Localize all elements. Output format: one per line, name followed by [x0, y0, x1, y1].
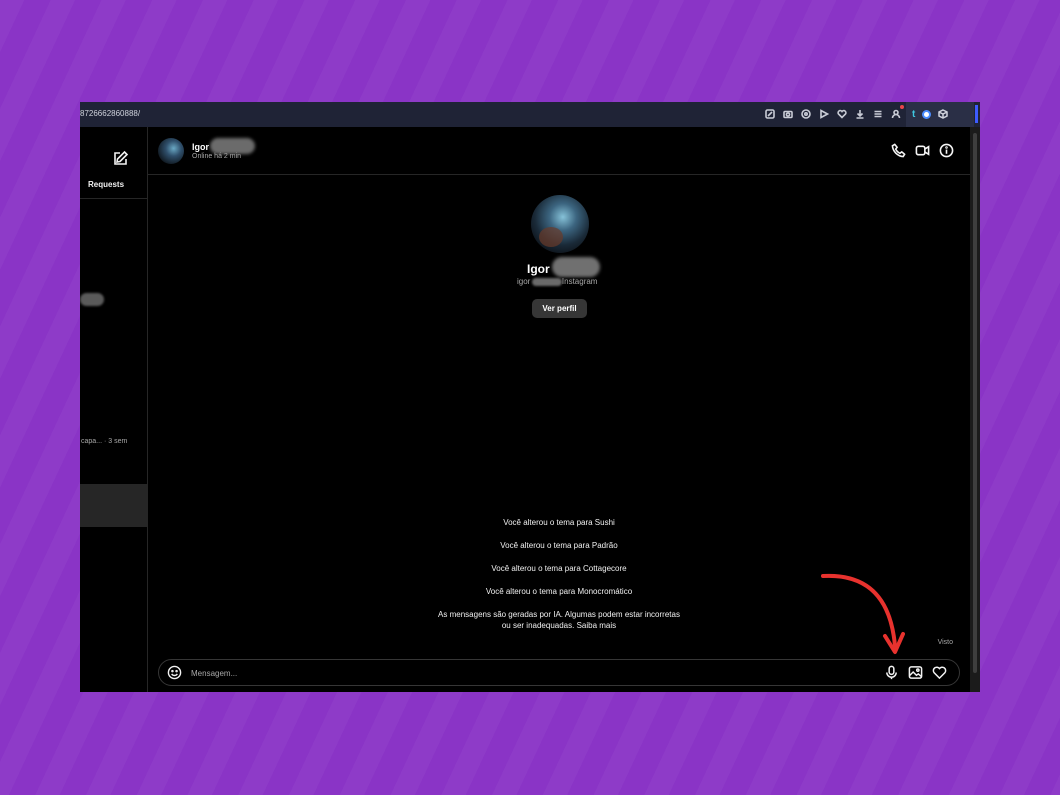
phone-icon[interactable]: [891, 143, 906, 163]
circle-extension-icon[interactable]: [922, 110, 932, 119]
scrollbar-thumb[interactable]: [973, 133, 977, 673]
emoji-icon[interactable]: [167, 665, 182, 685]
sidebar-divider: [80, 198, 148, 199]
edit-icon[interactable]: [764, 108, 776, 120]
conversation-sidebar: Requests capa... · 3 sem: [80, 127, 148, 692]
selected-conversation[interactable]: [80, 484, 147, 527]
profile-avatar[interactable]: [531, 195, 589, 253]
extensions-area: t: [906, 102, 974, 127]
message-input[interactable]: [189, 664, 843, 683]
toolbar-accent-bar: [975, 105, 978, 123]
image-icon[interactable]: [908, 665, 923, 685]
annotation-arrow: [821, 573, 905, 654]
download-icon[interactable]: [854, 108, 866, 120]
header-contact-name[interactable]: Igor: [192, 142, 209, 152]
profile-name-blur: [552, 257, 600, 277]
tumblr-extension-icon[interactable]: t: [912, 109, 915, 120]
view-profile-button[interactable]: Ver perfil: [532, 299, 587, 318]
profile-name: Igor: [527, 262, 550, 276]
header-actions: [891, 143, 954, 163]
play-icon[interactable]: [818, 108, 830, 120]
blurred-conversation[interactable]: [80, 293, 104, 306]
header-avatar[interactable]: [158, 138, 184, 164]
profile-icon[interactable]: [890, 105, 904, 120]
header-online-status: Online há 2 min: [192, 153, 242, 160]
microphone-icon[interactable]: [884, 665, 899, 685]
toolbar-icons: [764, 105, 904, 120]
notification-dot: [900, 105, 904, 109]
compose-icon[interactable]: [113, 150, 129, 166]
heart-toolbar-icon[interactable]: [836, 108, 848, 120]
heart-icon[interactable]: [932, 665, 947, 685]
cube-extension-icon[interactable]: [938, 106, 949, 124]
composer-actions: [884, 665, 947, 685]
seen-indicator: Visto: [937, 639, 953, 646]
chat-header: Igor Online há 2 min: [148, 127, 970, 175]
requests-tab[interactable]: Requests: [88, 180, 124, 189]
shield-icon[interactable]: [800, 108, 812, 120]
url-text[interactable]: 8726662860888/: [80, 109, 140, 118]
video-icon[interactable]: [915, 143, 930, 163]
conversation-preview[interactable]: capa... · 3 sem: [81, 438, 127, 445]
header-name-blur: [210, 138, 255, 154]
system-message: Você alterou o tema para Sushi: [503, 518, 615, 527]
camera-icon[interactable]: [782, 108, 794, 120]
browser-toolbar: 8726662860888/ t: [80, 102, 980, 127]
profile-username-blur: [532, 278, 562, 286]
scrollbar[interactable]: [970, 127, 980, 692]
message-composer: [158, 659, 960, 686]
info-icon[interactable]: [939, 143, 954, 163]
list-icon[interactable]: [872, 108, 884, 120]
system-message: Você alterou o tema para Padrão: [500, 541, 618, 550]
